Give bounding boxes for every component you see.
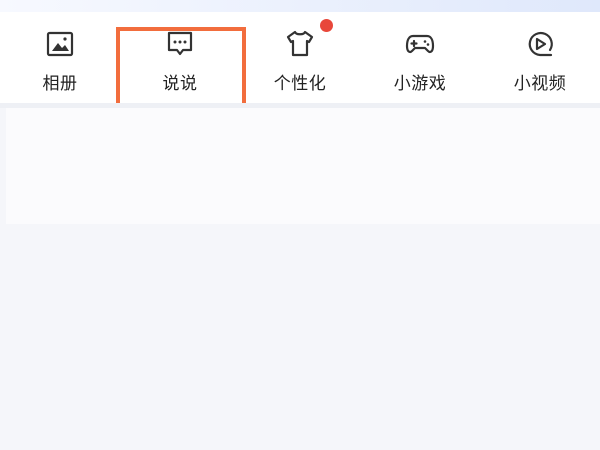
shortcut-minigame[interactable]: 小游戏 (360, 12, 480, 103)
shortcut-label-album: 相册 (42, 74, 78, 94)
shortcut-bar: 相册 说说 个性化 小游戏 小视频 (0, 12, 600, 138)
shortcut-album[interactable]: 相册 (0, 12, 120, 103)
video-play-icon (524, 28, 556, 60)
top-gradient-strip (0, 0, 600, 12)
content-area (6, 108, 600, 224)
chat-bubble-icon (164, 28, 196, 60)
gamepad-icon (404, 28, 436, 60)
shortcut-label-personalize: 个性化 (273, 74, 327, 94)
shortcut-label-minigame: 小游戏 (393, 74, 447, 94)
tshirt-icon (284, 28, 316, 60)
shortcut-shuoshuo[interactable]: 说说 (120, 12, 240, 103)
shortcut-personalize[interactable]: 个性化 (240, 12, 360, 103)
page: 相册 说说 个性化 小游戏 小视频 (0, 0, 600, 450)
notification-badge (320, 19, 333, 32)
photo-album-icon (44, 28, 76, 60)
shortcut-label-shuoshuo: 说说 (162, 74, 198, 94)
shortcut-label-shortvideo: 小视频 (513, 74, 567, 94)
shortcut-shortvideo[interactable]: 小视频 (480, 12, 600, 103)
